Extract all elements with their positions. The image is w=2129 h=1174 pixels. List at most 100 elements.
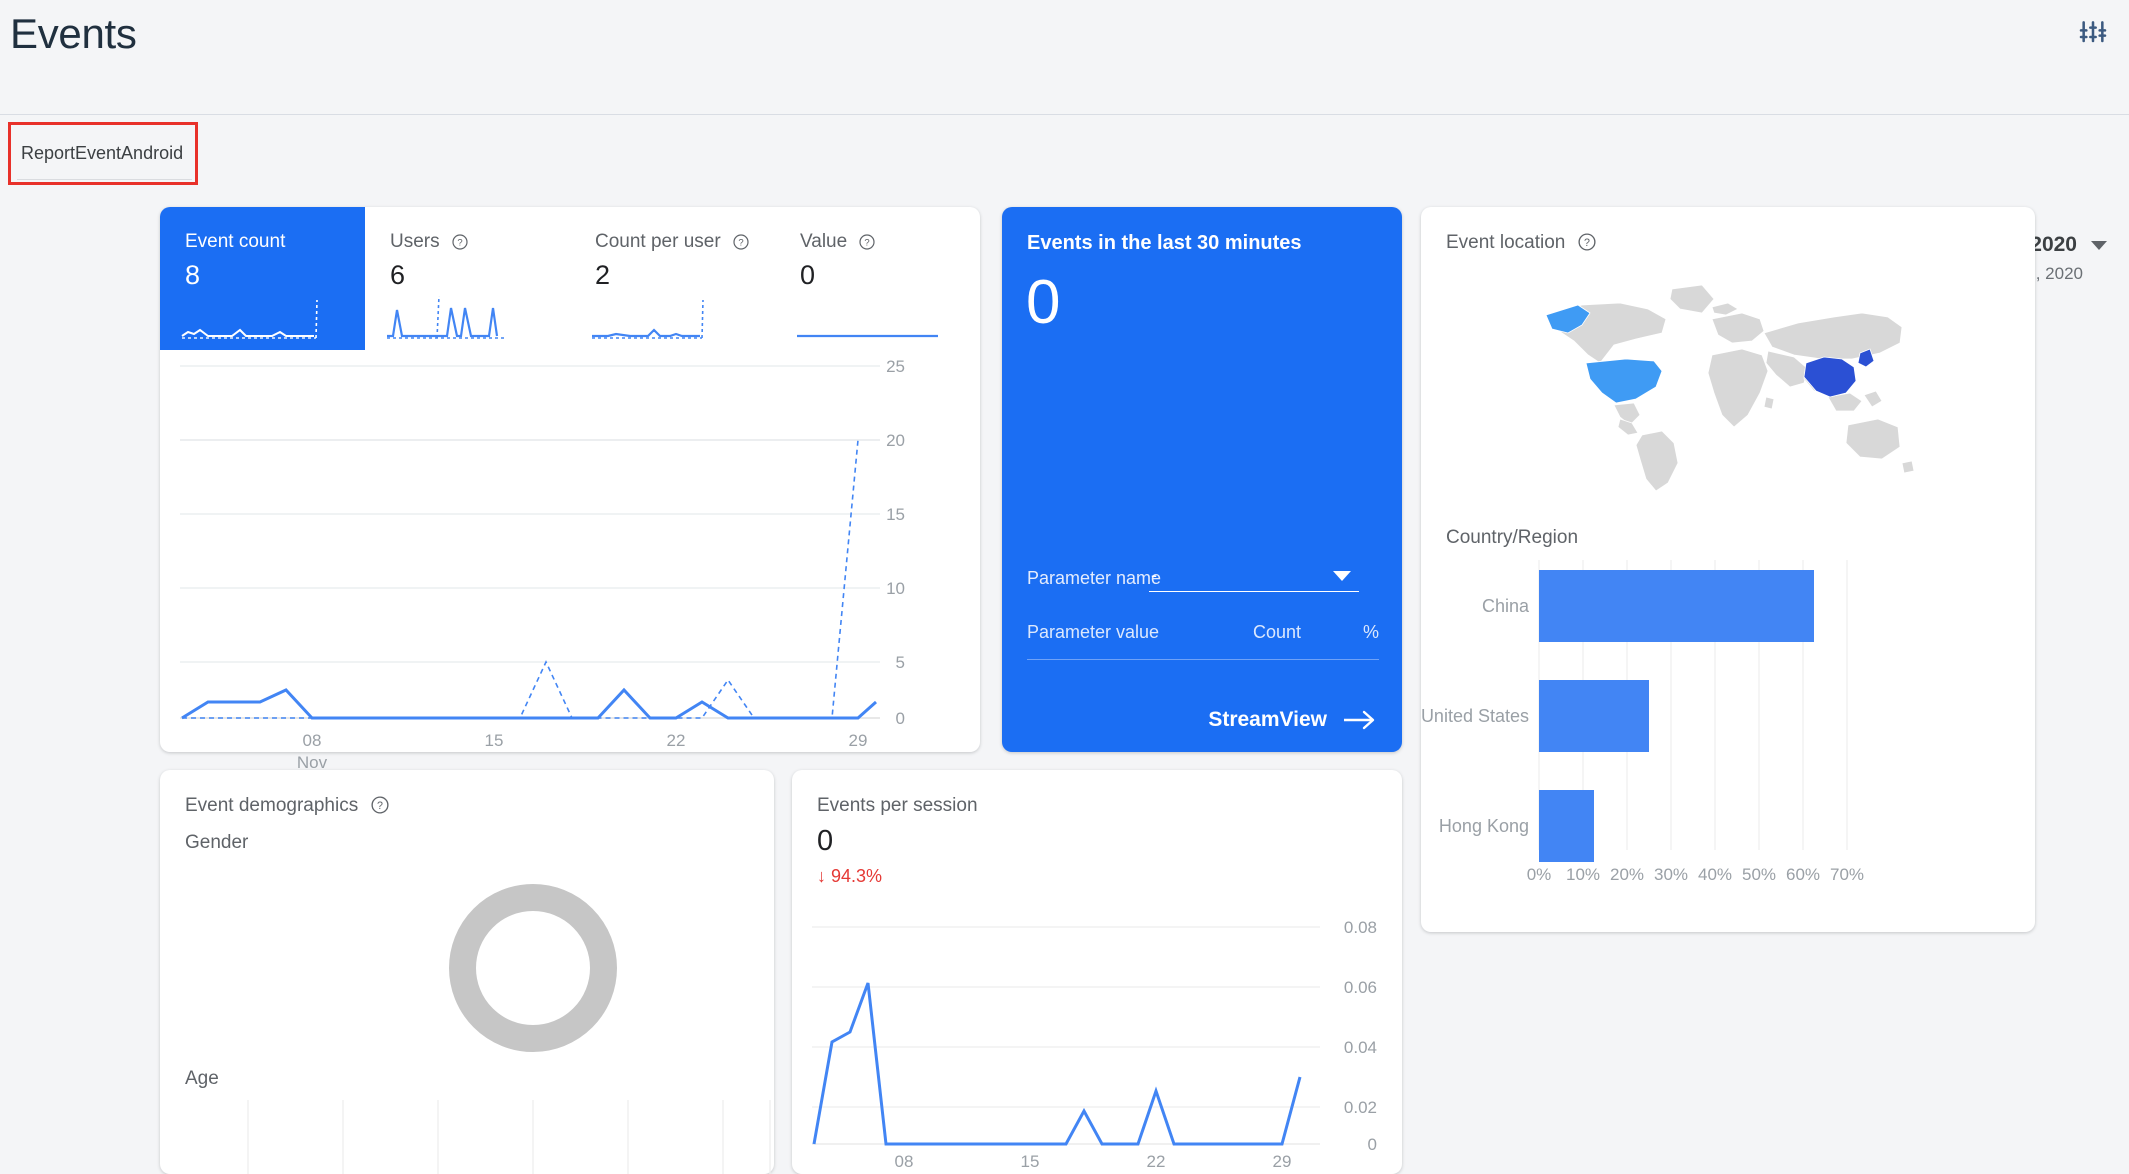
svg-text:0.02: 0.02	[1344, 1098, 1377, 1117]
svg-text:25: 25	[886, 357, 905, 376]
tune-icon[interactable]	[2077, 17, 2109, 49]
svg-text:08: 08	[303, 731, 322, 750]
sparkline-event-count	[180, 294, 340, 340]
chevron-down-icon[interactable]	[2091, 241, 2107, 250]
svg-text:60%: 60%	[1786, 865, 1820, 884]
location-card-title: Event location ?	[1446, 232, 1596, 254]
gridlines	[180, 366, 880, 718]
svg-text:10: 10	[886, 579, 905, 598]
report-select-value: ReportEventAndroid	[21, 143, 183, 164]
event-count-card: Event count 8 Users ? 6	[160, 207, 980, 752]
column-header-percent: %	[1363, 622, 1379, 643]
metric-value: 2	[595, 260, 610, 291]
sparkline-value	[795, 294, 955, 340]
metric-label: Count per user ?	[595, 231, 749, 253]
bar-united-states[interactable]	[1539, 680, 1649, 752]
sparkline-count-per-user	[590, 294, 750, 340]
category-labels: China United States Hong Kong	[1421, 596, 1530, 836]
svg-text:40%: 40%	[1698, 865, 1732, 884]
y-axis-labels: 25 20 15 10 5 0	[886, 357, 905, 728]
map-region-china[interactable]	[1804, 357, 1856, 397]
svg-text:22: 22	[667, 731, 686, 750]
report-select[interactable]: ReportEventAndroid	[17, 138, 192, 180]
realtime-events-card: Events in the last 30 minutes 0 Paramete…	[1002, 207, 1402, 752]
help-circle-icon[interactable]: ?	[1578, 233, 1596, 251]
svg-text:29: 29	[849, 731, 868, 750]
tab-users[interactable]: Users ? 6	[365, 207, 570, 350]
svg-text:20%: 20%	[1610, 865, 1644, 884]
svg-text:10%: 10%	[1566, 865, 1600, 884]
metric-tab-strip: Event count 8 Users ? 6	[160, 207, 980, 350]
svg-text:0.08: 0.08	[1344, 918, 1377, 937]
events-per-session-delta: ↓ 94.3%	[817, 866, 882, 887]
page-header: Events	[0, 0, 2129, 115]
page-title: Events	[10, 10, 137, 58]
parameter-name-select[interactable]: -	[1149, 562, 1359, 592]
tab-event-count[interactable]: Event count 8	[160, 207, 365, 350]
column-header-count: Count	[1253, 622, 1301, 643]
parameter-name-value: -	[1151, 565, 1157, 586]
svg-text:30%: 30%	[1654, 865, 1688, 884]
report-select-highlight: ReportEventAndroid	[8, 122, 198, 185]
toolbar: ReportEventAndroid Add Filter Last 28 da…	[0, 115, 2129, 200]
y-axis-labels: 0.08 0.06 0.04 0.02 0	[1344, 918, 1377, 1154]
parameter-name-label: Parameter name	[1027, 568, 1161, 589]
svg-text:0%: 0%	[1527, 865, 1552, 884]
streamview-link[interactable]: StreamView	[1208, 708, 1377, 732]
events-per-session-card: Events per session 0 ↓ 94.3% 0.08 0.06 0…	[792, 770, 1402, 1174]
bar-china[interactable]	[1539, 570, 1814, 642]
arrow-down-icon: ↓	[817, 866, 826, 886]
help-circle-icon[interactable]: ?	[452, 234, 468, 250]
map-region-united-states[interactable]	[1586, 359, 1662, 403]
x-axis-labels: 08 Nov 15 22 29	[297, 731, 868, 772]
streamview-label: StreamView	[1208, 708, 1327, 732]
metric-label: Users ?	[390, 231, 468, 253]
svg-text:Hong Kong: Hong Kong	[1439, 816, 1529, 836]
realtime-card-title: Events in the last 30 minutes	[1027, 232, 1302, 255]
svg-text:15: 15	[485, 731, 504, 750]
svg-text:0.04: 0.04	[1344, 1038, 1377, 1057]
svg-text:20: 20	[886, 431, 905, 450]
svg-text:?: ?	[1584, 237, 1590, 249]
events-per-session-line-chart: 0.08 0.06 0.04 0.02 0 08 Nov 15 22 29	[792, 895, 1402, 1174]
tab-count-per-user[interactable]: Count per user ? 2	[570, 207, 775, 350]
x-axis-labels: 0% 10% 20% 30% 40% 50% 60% 70%	[1527, 865, 1864, 884]
gridlines	[812, 927, 1320, 1144]
svg-text:22: 22	[1147, 1152, 1166, 1171]
svg-text:15: 15	[1021, 1152, 1040, 1171]
events-per-session-value: 0	[817, 825, 833, 858]
world-map[interactable]	[1516, 267, 1926, 497]
metric-label: Event count	[185, 231, 285, 253]
arrow-right-icon	[1343, 709, 1377, 731]
help-circle-icon[interactable]: ?	[733, 234, 749, 250]
help-circle-icon[interactable]: ?	[371, 796, 389, 814]
metric-value: 8	[185, 260, 200, 291]
svg-text:0.06: 0.06	[1344, 978, 1377, 997]
events-dashboard-page: Events Rep	[0, 0, 2129, 1174]
bar-hong-kong[interactable]	[1539, 790, 1594, 862]
svg-text:15: 15	[886, 505, 905, 524]
svg-text:70%: 70%	[1830, 865, 1864, 884]
metric-value: 0	[800, 260, 815, 291]
svg-text:China: China	[1482, 596, 1530, 616]
svg-text:United States: United States	[1421, 706, 1529, 726]
event-count-line-chart: 25 20 15 10 5 0 08 Nov 15 22 29	[160, 350, 980, 752]
realtime-event-count: 0	[1026, 267, 1060, 338]
svg-text:5: 5	[896, 653, 905, 672]
current-series	[182, 690, 876, 718]
svg-text:0: 0	[1368, 1135, 1377, 1154]
event-demographics-card: Event demographics ? Gender Age	[160, 770, 774, 1174]
svg-text:?: ?	[865, 238, 870, 249]
metric-label: Value ?	[800, 231, 875, 253]
sparkline-users	[385, 294, 545, 340]
age-bar-chart	[160, 1092, 774, 1174]
svg-text:08: 08	[895, 1152, 914, 1171]
parameter-table-header: Parameter value Count %	[1027, 622, 1379, 660]
svg-text:?: ?	[738, 238, 743, 249]
tab-value[interactable]: Value ? 0	[775, 207, 980, 350]
events-per-session-title: Events per session	[817, 795, 978, 817]
x-axis-labels: 08 Nov 15 22 29	[889, 1152, 1292, 1174]
gender-label: Gender	[185, 832, 248, 854]
comparison-series	[182, 440, 858, 718]
help-circle-icon[interactable]: ?	[859, 234, 875, 250]
